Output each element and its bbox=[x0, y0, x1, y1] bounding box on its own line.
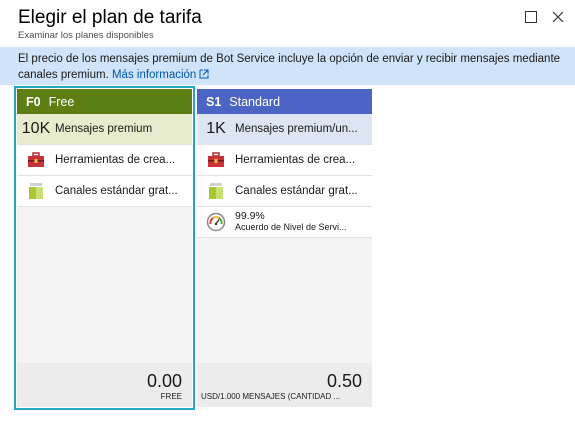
maximize-button[interactable] bbox=[522, 8, 540, 26]
plan-card-s1[interactable]: S1 Standard 1K Mensajes premium/un... He… bbox=[197, 89, 372, 407]
plan-code: F0 bbox=[26, 94, 41, 109]
channels-icon bbox=[197, 182, 235, 200]
plan-price-f0: 0.00 FREE bbox=[17, 363, 192, 407]
banner-text: El precio de los mensajes premium de Bot… bbox=[18, 53, 561, 81]
plan-code: S1 bbox=[206, 94, 222, 109]
feature-quota: 1K Mensajes premium/un... bbox=[197, 114, 372, 145]
quota-label: Mensajes premium/un... bbox=[235, 123, 358, 135]
info-banner: El precio de los mensajes premium de Bot… bbox=[0, 47, 575, 85]
price-unit: FREE bbox=[160, 392, 182, 401]
plan-price-s1: 0.50 USD/1.000 MENSAJES (CANTIDAD ... bbox=[197, 363, 372, 407]
close-icon bbox=[552, 11, 564, 23]
plan-name: Standard bbox=[229, 94, 281, 109]
more-info-link[interactable]: Más información bbox=[112, 69, 196, 81]
feature-channels: Canales estándar grat... bbox=[197, 176, 372, 207]
plan-name: Free bbox=[48, 94, 75, 109]
price-amount: 0.50 bbox=[326, 371, 362, 391]
external-link-icon bbox=[199, 69, 209, 79]
channels-label: Canales estándar grat... bbox=[235, 185, 358, 197]
sla-label: Acuerdo de Nivel de Servi... bbox=[235, 222, 347, 232]
gauge-icon bbox=[197, 212, 235, 232]
tools-label: Herramientas de crea... bbox=[235, 154, 356, 166]
price-unit: USD/1.000 MENSAJES (CANTIDAD ... bbox=[201, 392, 341, 401]
price-amount: 0.00 bbox=[146, 371, 182, 391]
channels-label: Canales estándar grat... bbox=[55, 185, 178, 197]
quota-value: 1K bbox=[206, 120, 226, 137]
plan-card-f0[interactable]: F0 Free 10K Mensajes premium Herramienta… bbox=[14, 86, 195, 410]
feature-sla: 99.9% Acuerdo de Nivel de Servi... bbox=[197, 207, 372, 238]
plan-header-f0: F0 Free bbox=[17, 89, 192, 114]
plan-header-s1: S1 Standard bbox=[197, 89, 372, 114]
close-button[interactable] bbox=[549, 8, 567, 26]
blade-title: Elegir el plan de tarifa bbox=[18, 7, 202, 28]
tools-label: Herramientas de crea... bbox=[55, 154, 176, 166]
toolbox-icon bbox=[17, 152, 55, 168]
blade-subtitle: Examinar los planes disponibles bbox=[18, 30, 154, 41]
feature-quota: 10K Mensajes premium bbox=[17, 114, 192, 145]
channels-icon bbox=[17, 182, 55, 200]
quota-value: 10K bbox=[21, 120, 51, 137]
feature-channels: Canales estándar grat... bbox=[17, 176, 192, 207]
toolbox-icon bbox=[197, 152, 235, 168]
feature-tools: Herramientas de crea... bbox=[17, 145, 192, 176]
quota-label: Mensajes premium bbox=[55, 123, 153, 135]
feature-tools: Herramientas de crea... bbox=[197, 145, 372, 176]
maximize-icon bbox=[525, 11, 537, 23]
sla-value: 99.9% bbox=[235, 210, 265, 222]
